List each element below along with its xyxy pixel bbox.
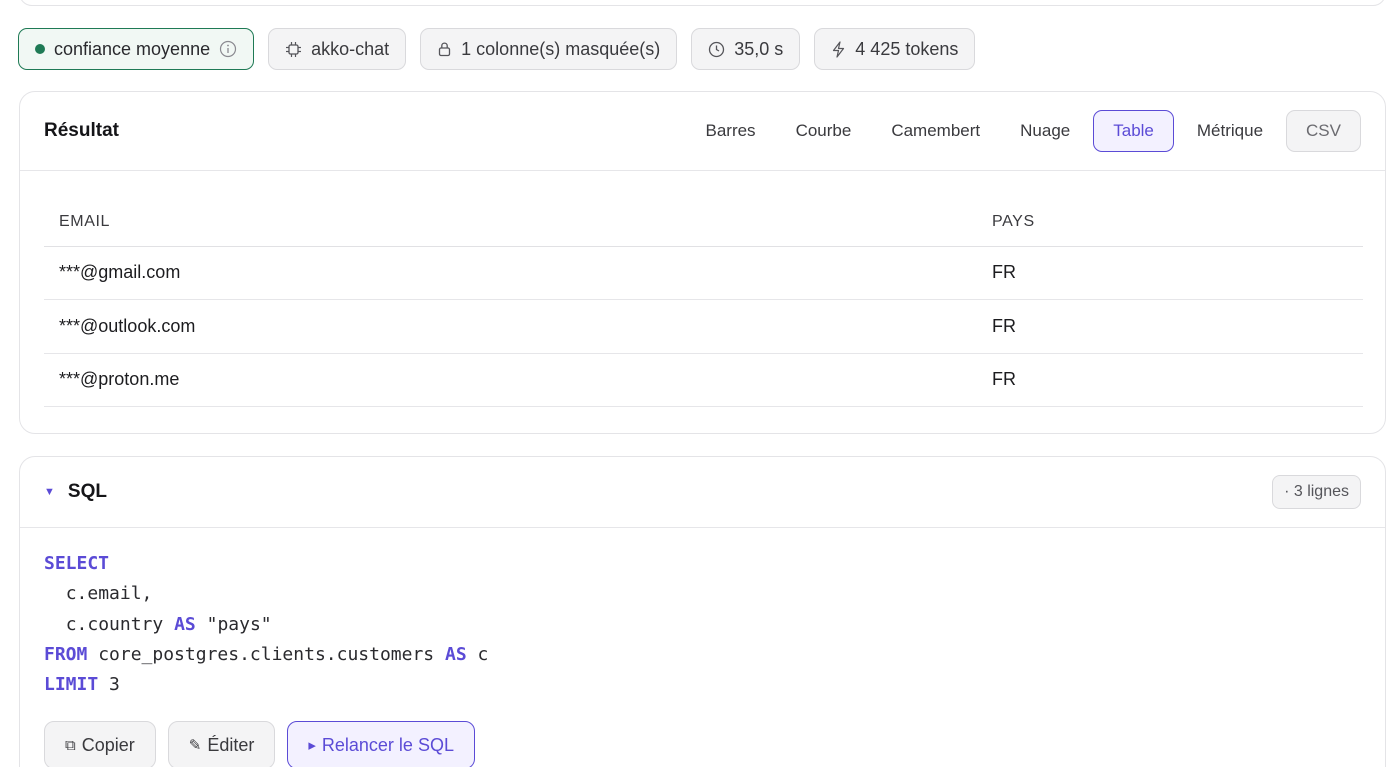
sql-token: c [477,643,489,665]
csv-export-button[interactable]: CSV [1286,110,1361,152]
sql-card: ▼ SQL · 3 lignes SELECT c.email, c.count… [19,456,1386,767]
confidence-label: confiance moyenne [54,38,211,59]
tab-metrique[interactable]: Métrique [1177,110,1283,152]
table-row: ***@gmail.com FR [44,246,1363,300]
caret-down-icon: ▼ [44,486,55,498]
row-count-badge: · 3 lignes [1272,475,1361,509]
lightning-icon [831,40,846,58]
rerun-sql-button[interactable]: ▸ Relancer le SQL [287,721,475,767]
column-header-email[interactable]: EMAIL [44,198,977,247]
pencil-icon: ✎ [188,737,202,754]
table-row: ***@proton.me FR [44,353,1363,407]
previous-card [19,0,1386,6]
sql-keyword: SELECT [44,553,110,574]
tab-camembert[interactable]: Camembert [871,110,1000,152]
cell-pays: FR [977,246,1363,300]
sql-actions: ⧉ Copier ✎ Éditer ▸ Relancer le SQL [44,721,475,767]
copy-label: Copier [81,734,135,755]
confidence-chip[interactable]: confiance moyenne [18,28,255,70]
sql-keyword: LIMIT [44,674,99,696]
tab-courbe[interactable]: Courbe [776,110,872,152]
duration-chip: 35,0 s [691,28,801,70]
visualization-tabs: Barres Courbe Camembert Nuage Table Métr… [685,110,1361,152]
cell-email: ***@gmail.com [44,246,977,300]
sql-token: "pays" [206,613,272,635]
sql-collapse-toggle[interactable]: ▼ SQL [44,481,107,503]
sql-token: c.country [65,613,164,635]
masked-label: 1 colonne(s) masquée(s) [461,38,661,59]
sql-token: c.email, [65,583,153,605]
meta-chips: confiance moyenne akko-chat 1 colonne(s)… [18,28,976,70]
chip-icon [285,41,302,58]
cell-email: ***@outlook.com [44,299,977,354]
tab-nuage[interactable]: Nuage [1000,110,1090,152]
tab-table[interactable]: Table [1093,110,1174,152]
result-card: Résultat Barres Courbe Camembert Nuage T… [19,91,1386,434]
sql-token: 3 [109,674,120,696]
clock-icon [708,41,725,58]
sql-keyword: AS [174,613,196,635]
sql-title: SQL [67,481,107,502]
copy-icon: ⧉ [65,736,76,754]
sql-code-block[interactable]: SELECT c.email, c.country AS "pays" FROM… [44,549,488,700]
sql-token: core_postgres.clients.customers [98,643,435,665]
rerun-label: Relancer le SQL [321,734,454,755]
cell-email: ***@proton.me [44,353,977,407]
result-header: Résultat Barres Courbe Camembert Nuage T… [20,92,1385,171]
tokens-chip: 4 425 tokens [814,28,976,70]
cell-pays: FR [977,299,1363,354]
sql-header: ▼ SQL · 3 lignes [20,457,1385,528]
table-header-row: EMAIL PAYS [44,198,1363,247]
play-icon: ▸ [308,737,316,754]
edit-label: Éditer [207,734,255,755]
sql-keyword: AS [445,643,467,665]
column-header-pays[interactable]: PAYS [977,198,1363,247]
masked-columns-chip: 1 colonne(s) masquée(s) [420,28,678,70]
tab-barres[interactable]: Barres [685,110,775,152]
sql-keyword: FROM [44,643,88,665]
lock-icon [437,41,452,57]
cell-pays: FR [977,353,1363,407]
tokens-label: 4 425 tokens [855,38,959,59]
table-row: ***@outlook.com FR [44,299,1363,354]
result-title: Résultat [44,120,119,141]
copy-button[interactable]: ⧉ Copier [44,721,156,767]
edit-button[interactable]: ✎ Éditer [167,721,276,767]
duration-label: 35,0 s [734,38,784,59]
model-chip: akko-chat [268,28,407,70]
result-table: EMAIL PAYS ***@gmail.com FR ***@outlook.… [44,198,1363,407]
info-icon[interactable] [219,40,237,58]
status-dot-icon [35,44,45,54]
model-label: akko-chat [311,38,390,59]
